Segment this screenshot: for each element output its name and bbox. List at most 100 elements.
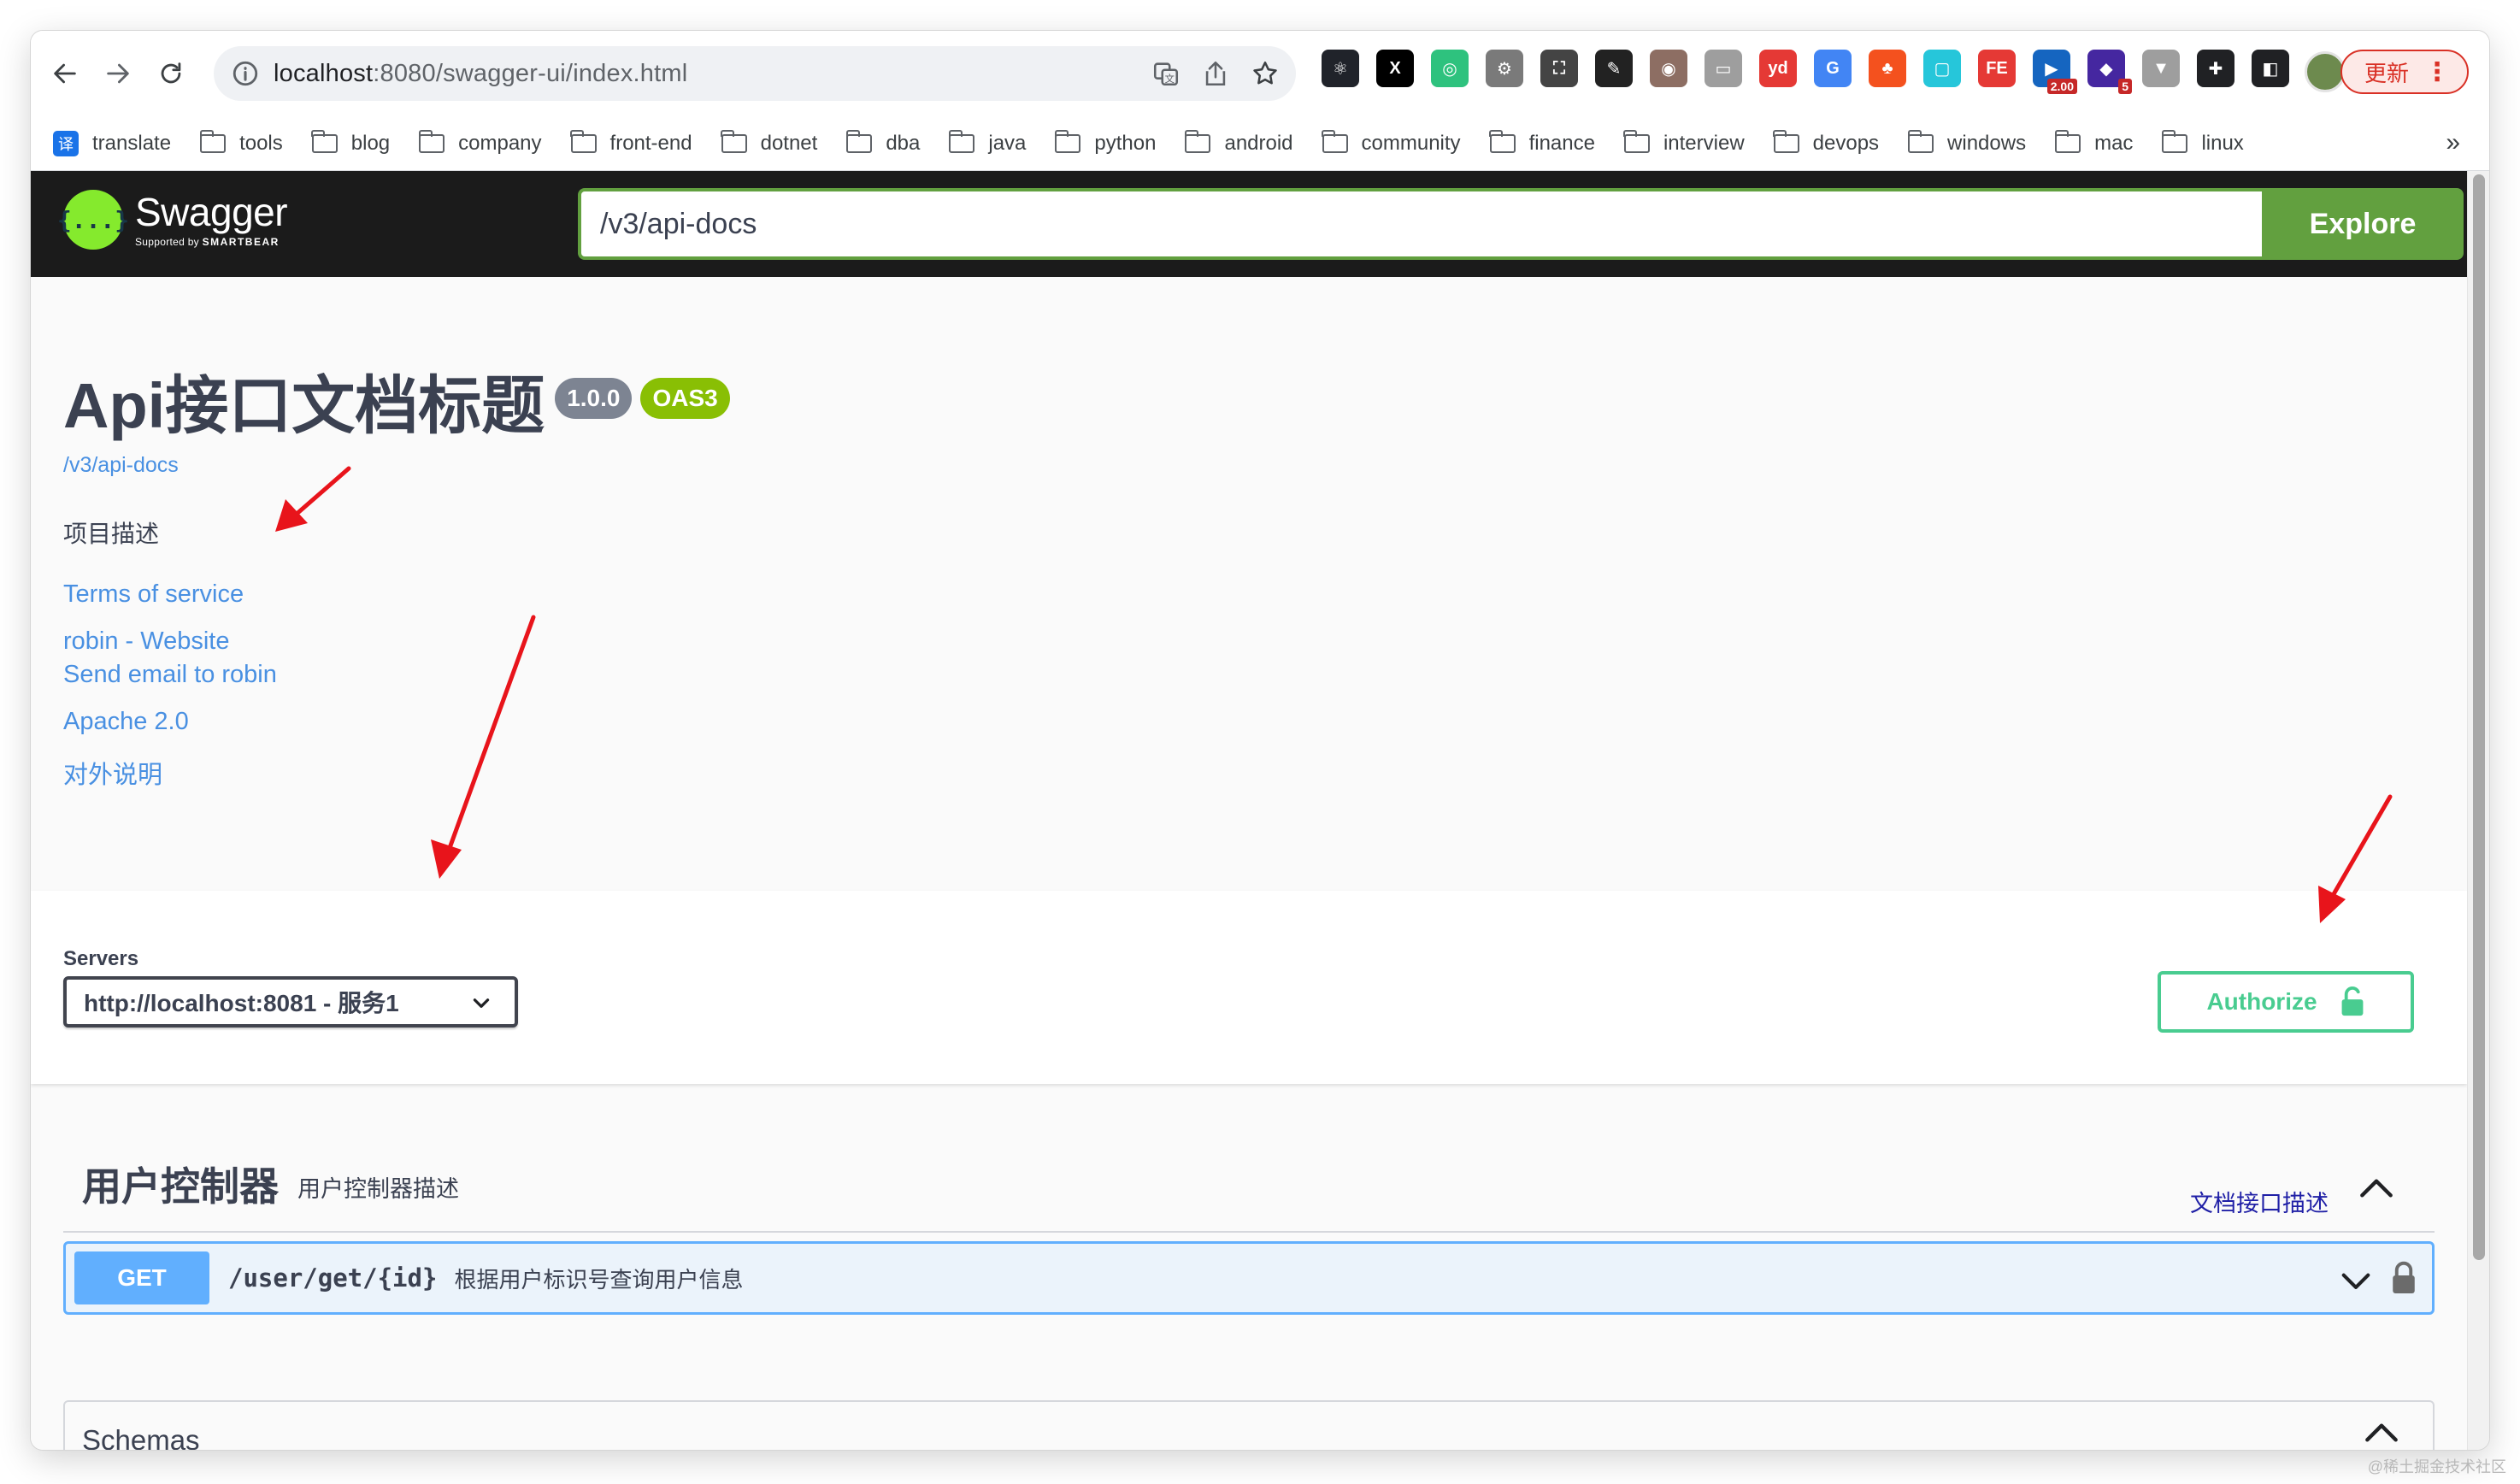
swagger-logo-sub: Supported by SMARTBEAR: [135, 236, 287, 248]
bookmark-tools[interactable]: tools: [199, 129, 283, 156]
title-row: Api接口文档标题 1.0.0 OAS3: [63, 368, 730, 445]
bookmark-dotnet[interactable]: dotnet: [721, 129, 817, 156]
back-button[interactable]: [41, 50, 89, 97]
update-button[interactable]: 更新 ⋮: [2340, 50, 2469, 94]
chevron-down-icon[interactable]: [2340, 1264, 2372, 1297]
version-badge: 1.0.0: [555, 378, 633, 419]
bookmark-community[interactable]: community: [1322, 129, 1461, 156]
extension-badge: 2.00: [2046, 79, 2077, 94]
bookmark-mac[interactable]: mac: [2054, 129, 2134, 156]
speed-icon[interactable]: ▶ 2.00: [2033, 50, 2077, 94]
api-description: 项目描述: [63, 521, 160, 547]
translate-bookmark-icon: 译: [53, 130, 79, 156]
folder-icon: [1773, 129, 1799, 153]
authorize-button[interactable]: Authorize: [2158, 971, 2414, 1033]
logo-sub-prefix: Supported by: [135, 236, 199, 248]
bookmark-finance[interactable]: finance: [1489, 129, 1595, 156]
address-bar[interactable]: localhost:8080/swagger-ui/index.html 文: [214, 46, 1296, 101]
server-select[interactable]: http://localhost:8081 - 服务1: [63, 976, 518, 1028]
sidepanel-icon[interactable]: ◧: [2252, 50, 2289, 87]
bookmark-devops[interactable]: devops: [1773, 129, 1880, 156]
bookmark-blog[interactable]: blog: [311, 129, 390, 156]
unlocked-icon: [2341, 986, 2363, 1016]
chevron-up-icon[interactable]: [2359, 1178, 2393, 1198]
explore-button[interactable]: Explore: [2262, 188, 2464, 260]
forward-button[interactable]: [94, 50, 142, 97]
bookmark-label: front-end: [609, 131, 692, 155]
url-path: :8080/swagger-ui/index.html: [373, 59, 688, 87]
swagger-logo-text: Swagger Supported by SMARTBEAR: [135, 191, 288, 248]
url-host: localhost: [274, 59, 374, 87]
bookmark-windows[interactable]: windows: [1907, 129, 2026, 156]
react-devtools-icon[interactable]: ⚛: [1322, 50, 1359, 87]
bookmark-dba[interactable]: dba: [845, 129, 920, 156]
scrollbar-thumb[interactable]: [2473, 174, 2485, 1260]
folder-icon: [1184, 129, 1211, 153]
extensions-row: ⚛ X ◎ ⚙ ⛶ ✎ ◉ ▭ yd G ♣ ▢ FE ▶ 2.00 ◆ 5 ▼ ✚ ◧: [1322, 50, 2289, 94]
google-translate-icon[interactable]: G: [1814, 50, 1852, 87]
spec-url-input[interactable]: [578, 188, 2262, 260]
folder-icon: [570, 129, 597, 153]
gear-ext-icon[interactable]: ⚙: [1486, 50, 1523, 87]
screenshot-icon[interactable]: ⛶: [1540, 50, 1578, 87]
tag-external-docs-link[interactable]: 文档接口描述: [2190, 1185, 2329, 1218]
operation-path: /user/get/{id}: [228, 1263, 438, 1293]
license-link[interactable]: Apache 2.0: [63, 708, 730, 736]
bookmark-interview[interactable]: interview: [1623, 129, 1745, 156]
bookmark-star-icon[interactable]: [1250, 58, 1281, 89]
fe-icon[interactable]: FE: [1978, 50, 2016, 87]
profile-avatar[interactable]: [2305, 51, 2346, 92]
operation-summary: 根据用户标识号查询用户信息: [454, 1266, 744, 1293]
bookmark-company[interactable]: company: [418, 129, 542, 156]
reload-button[interactable]: [147, 50, 195, 97]
api-info: Api接口文档标题 1.0.0 OAS3 /v3/api-docs 项目描述 T…: [63, 368, 730, 791]
bookmark-python[interactable]: python: [1054, 129, 1157, 156]
frame-icon[interactable]: ▢: [1923, 50, 1961, 87]
lock-icon[interactable]: [2391, 1259, 2417, 1297]
cube-icon[interactable]: ◆ 5: [2087, 50, 2132, 94]
info-icon[interactable]: [231, 59, 260, 88]
operation-get-user[interactable]: GET /user/get/{id} 根据用户标识号查询用户信息: [63, 1241, 2435, 1315]
address-url: localhost:8080/swagger-ui/index.html: [274, 60, 687, 88]
puzzle-icon[interactable]: ✚: [2197, 50, 2234, 87]
servers-label: Servers: [63, 947, 139, 970]
bookmark-android[interactable]: android: [1184, 129, 1293, 156]
bookmark-label: devops: [1812, 131, 1880, 155]
bookmark-label: translate: [92, 131, 172, 155]
update-label: 更新: [2364, 60, 2409, 86]
contact-email-link[interactable]: Send email to robin: [63, 661, 730, 689]
owl-icon[interactable]: ◉: [1650, 50, 1687, 87]
circle-icon[interactable]: ◎: [1431, 50, 1469, 87]
tag-header[interactable]: 用户控制器 用户控制器描述 文档接口描述: [63, 1137, 2435, 1233]
bookmark-java[interactable]: java: [948, 129, 1026, 156]
share-icon[interactable]: [1200, 58, 1231, 89]
schemas-section[interactable]: Schemas: [63, 1400, 2435, 1450]
swagger-logo[interactable]: {...} Swagger Supported by SMARTBEAR: [57, 190, 288, 250]
folder-icon: [418, 129, 445, 153]
page-scrollbar[interactable]: [2467, 171, 2489, 1450]
bookmark-translate[interactable]: 译 translate: [53, 130, 172, 156]
folder-icon: [311, 129, 338, 153]
bookmark-linux[interactable]: linux: [2161, 129, 2244, 156]
schemas-title: Schemas: [82, 1424, 200, 1450]
contact-website-link[interactable]: robin - Website: [63, 627, 730, 656]
spec-url-link[interactable]: /v3/api-docs: [63, 453, 730, 478]
youdao-icon[interactable]: yd: [1759, 50, 1797, 87]
folder-icon: [1489, 129, 1516, 153]
translate-page-icon[interactable]: 文: [1151, 58, 1181, 89]
x-icon[interactable]: X: [1376, 50, 1414, 87]
tree-icon[interactable]: ♣: [1869, 50, 1906, 87]
bookmark-label: python: [1094, 131, 1157, 155]
terms-of-service-link[interactable]: Terms of service: [63, 580, 730, 609]
bookmarks-overflow-button[interactable]: »: [2446, 128, 2460, 157]
reader-icon[interactable]: ▭: [1705, 50, 1742, 87]
svg-text:文: 文: [1165, 73, 1175, 85]
chevron-up-icon[interactable]: [2364, 1422, 2399, 1443]
eyedropper-icon[interactable]: ✎: [1595, 50, 1633, 87]
bookmark-front-end[interactable]: front-end: [570, 129, 692, 156]
vue-icon[interactable]: ▼: [2142, 50, 2180, 87]
bookmark-label: mac: [2094, 131, 2134, 155]
external-docs-link[interactable]: 对外说明: [63, 755, 730, 791]
folder-icon: [721, 129, 747, 153]
folder-icon: [948, 129, 975, 153]
